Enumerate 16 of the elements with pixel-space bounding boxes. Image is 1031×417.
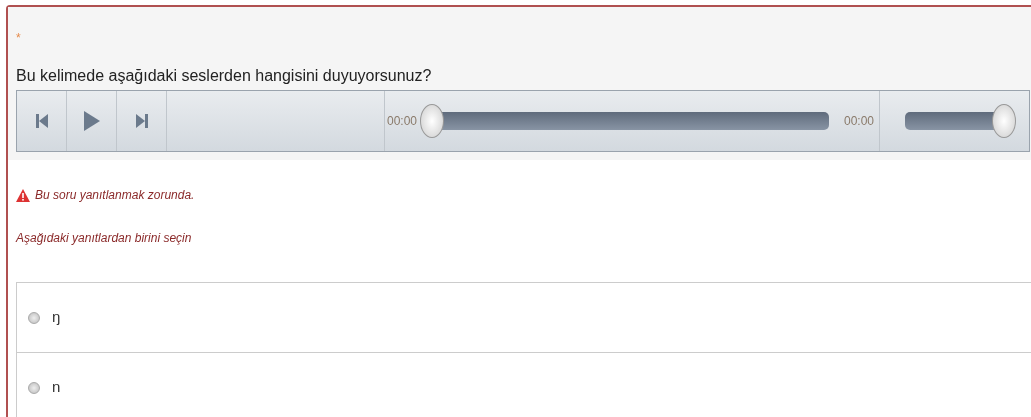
required-mark: *: [16, 32, 21, 44]
option-label[interactable]: ŋ: [52, 306, 61, 329]
radio-button[interactable]: [28, 311, 40, 324]
duration-time: 00:00: [842, 113, 875, 130]
option-label[interactable]: n: [52, 376, 61, 399]
play-icon: [83, 111, 100, 131]
skip-forward-icon: [135, 114, 148, 128]
slider-thumb[interactable]: [420, 104, 445, 138]
warning-icon: [16, 188, 30, 202]
warning-text: Bu soru yanıtlanmak zorunda.: [35, 187, 195, 204]
slider-thumb[interactable]: [992, 104, 1016, 138]
question-text: Bu kelimede aşağıdaki seslerden hangisini duyuyorsunuz?: [16, 66, 432, 86]
current-time: 00:00: [386, 113, 419, 130]
skip-back-icon: [35, 114, 48, 128]
instruction-text: Aşağıdaki yanıtlardan birini seçin: [16, 230, 192, 247]
radio-button[interactable]: [28, 381, 40, 394]
